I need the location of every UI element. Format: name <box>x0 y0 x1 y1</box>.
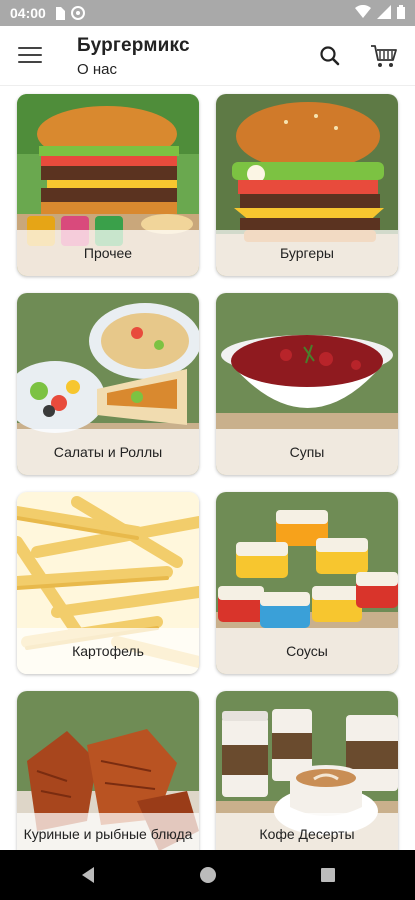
category-card-coffee-desserts[interactable]: Кофе Десерты <box>216 691 398 850</box>
category-label-sauces: Соусы <box>216 628 398 674</box>
menu-button[interactable] <box>16 42 44 70</box>
hamburger-icon <box>16 47 44 63</box>
category-label-burgers: Бургеры <box>216 230 398 276</box>
recents-square-icon <box>321 868 335 882</box>
app-title: Бургермикс <box>77 35 190 56</box>
category-grid: Прочее Бургеры Салаты и Роллы Супы Карто… <box>0 86 415 850</box>
system-nav-bar <box>0 850 415 900</box>
cart-button[interactable] <box>368 40 400 72</box>
app-bar: Бургермикс О нас <box>0 26 415 86</box>
app-subtitle[interactable]: О нас <box>77 61 190 78</box>
category-label-other: Прочее <box>17 230 199 276</box>
category-label-chicken-fish: Куриные и рыбные блюда <box>17 813 199 850</box>
category-card-chicken-fish[interactable]: Куриные и рыбные блюда <box>17 691 199 850</box>
category-card-other[interactable]: Прочее <box>17 94 199 276</box>
sim-card-icon <box>54 6 65 20</box>
nav-home-button[interactable] <box>196 863 220 887</box>
search-button[interactable] <box>316 42 344 70</box>
status-time: 04:00 <box>10 5 46 21</box>
app-titles: Бургермикс О нас <box>77 35 190 78</box>
wifi-icon <box>355 4 371 21</box>
nav-back-button[interactable] <box>76 863 100 887</box>
category-card-sauces[interactable]: Соусы <box>216 492 398 674</box>
shopping-cart-icon <box>371 45 397 67</box>
battery-icon <box>397 4 405 22</box>
search-icon <box>320 46 340 66</box>
category-label-potatoes: Картофель <box>17 628 199 674</box>
category-label-salads-rolls: Салаты и Роллы <box>17 429 199 475</box>
vpn-icon <box>70 6 85 20</box>
category-label-soups: Супы <box>216 429 398 475</box>
nav-recents-button[interactable] <box>316 863 340 887</box>
status-bar: 04:00 <box>0 0 415 26</box>
home-circle-icon <box>200 867 216 883</box>
signal-icon <box>377 4 391 22</box>
category-card-potatoes[interactable]: Картофель <box>17 492 199 674</box>
category-card-salads-rolls[interactable]: Салаты и Роллы <box>17 293 199 475</box>
category-card-burgers[interactable]: Бургеры <box>216 94 398 276</box>
category-label-coffee-desserts: Кофе Десерты <box>216 813 398 850</box>
category-card-soups[interactable]: Супы <box>216 293 398 475</box>
back-triangle-icon <box>82 867 94 883</box>
